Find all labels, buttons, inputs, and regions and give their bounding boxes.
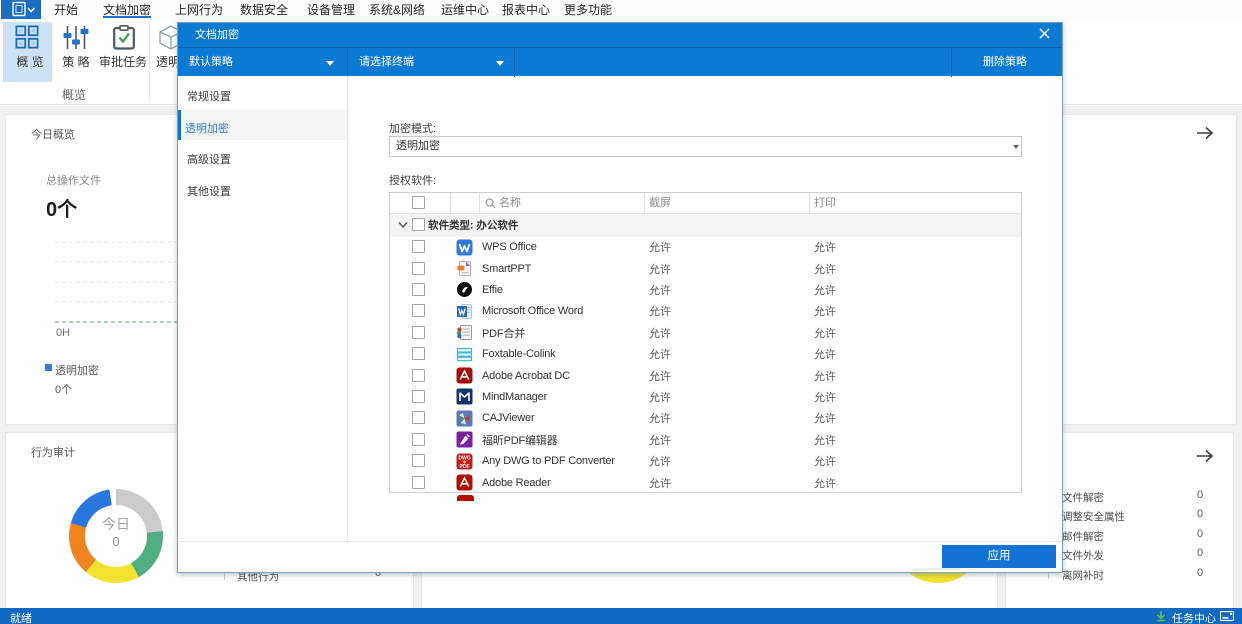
svg-text:PDF: PDF	[460, 464, 470, 470]
